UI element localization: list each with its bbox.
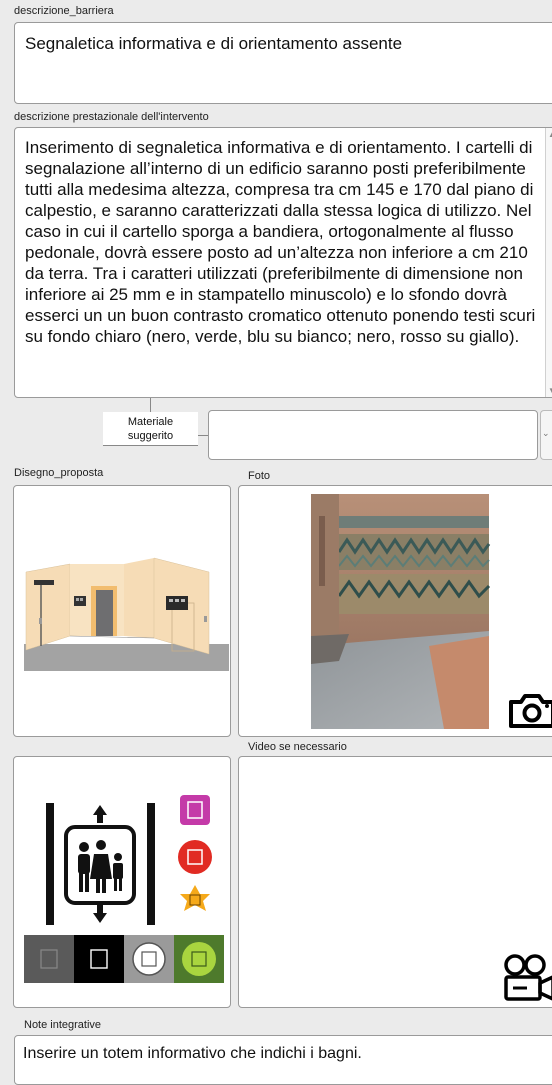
label-disegno-proposta: Disegno_proposta bbox=[14, 467, 104, 479]
materiale-suggerito-field[interactable] bbox=[208, 410, 538, 460]
materiale-connector-line bbox=[150, 398, 151, 412]
note-integrative-value: Inserire un totem informativo che indich… bbox=[23, 1045, 362, 1062]
materiale-dropdown-button[interactable]: ⌄ bbox=[540, 410, 552, 460]
descrizione-prestazionale-value: Inserimento di segnaletica informativa e… bbox=[25, 138, 536, 346]
elevator-sign-box[interactable] bbox=[13, 756, 231, 1008]
label-foto: Foto bbox=[248, 470, 271, 482]
elevator-sign-image bbox=[24, 795, 224, 983]
label-descrizione-barriera: descrizione_barriera bbox=[14, 5, 114, 17]
disegno-proposta-box[interactable] bbox=[13, 485, 231, 737]
descrizione-barriera-field[interactable]: Segnaletica informativa e di orientament… bbox=[14, 22, 552, 104]
note-integrative-field[interactable]: Inserire un totem informativo che indich… bbox=[14, 1035, 552, 1085]
materiale-label-line2: suggerito bbox=[127, 430, 174, 442]
foto-photo bbox=[311, 494, 491, 729]
descrizione-prestazionale-scrollbar[interactable]: ▲ ▼ bbox=[545, 128, 552, 397]
descrizione-prestazionale-field[interactable]: Inserimento di segnaletica informativa e… bbox=[14, 127, 552, 398]
camera-icon[interactable] bbox=[507, 690, 552, 730]
video-camera-icon[interactable] bbox=[501, 953, 552, 1005]
scroll-up-icon[interactable]: ▲ bbox=[548, 130, 552, 139]
chevron-down-icon: ⌄ bbox=[542, 428, 550, 438]
label-video: Video se necessario bbox=[248, 741, 347, 753]
descrizione-barriera-value: Segnaletica informativa e di orientament… bbox=[25, 34, 403, 53]
video-box[interactable] bbox=[238, 756, 552, 1008]
foto-box[interactable] bbox=[238, 485, 552, 737]
disegno-elevator-drawing bbox=[24, 557, 229, 671]
scroll-down-icon[interactable]: ▼ bbox=[548, 386, 552, 395]
materiale-label-box: Materiale suggerito bbox=[103, 412, 198, 446]
label-descrizione-prestazionale: descrizione prestazionale dell'intervent… bbox=[14, 111, 209, 123]
materiale-label-line1: Materiale bbox=[127, 416, 174, 428]
label-note-integrative: Note integrative bbox=[24, 1019, 102, 1031]
